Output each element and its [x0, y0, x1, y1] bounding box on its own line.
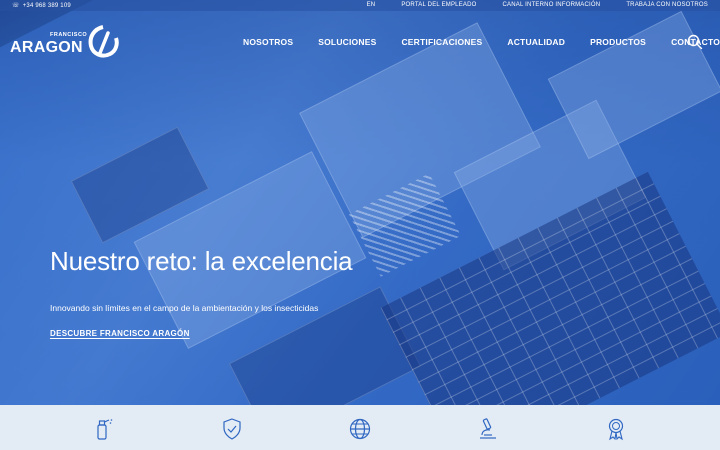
hero-title: Nuestro reto: la excelencia [50, 246, 353, 276]
logo-big-text: ARAGON [10, 39, 83, 56]
employee-portal-link[interactable]: PORTAL DEL EMPLEADO [401, 2, 476, 8]
internal-channel-link[interactable]: CANAL INTERNO INFORMACIÓN [503, 2, 601, 8]
utility-bar: ☏ +34 968 389 109 EN PORTAL DEL EMPLEADO… [0, 0, 720, 11]
nav-item-actualidad[interactable]: ACTUALIDAD [507, 37, 565, 47]
phone-number: +34 968 389 109 [22, 2, 71, 9]
spray-bottle-icon[interactable] [91, 417, 115, 441]
logo-mark-icon [88, 25, 119, 58]
award-ribbon-icon[interactable] [604, 417, 628, 441]
phone-contact[interactable]: ☏ +34 968 389 109 [12, 2, 71, 10]
utility-links: EN PORTAL DEL EMPLEADO CANAL INTERNO INF… [367, 2, 708, 8]
search-icon[interactable] [687, 34, 703, 50]
microscope-icon[interactable] [476, 417, 500, 441]
shield-check-icon[interactable] [220, 417, 244, 441]
nav-item-productos[interactable]: PRODUCTOS [590, 37, 646, 47]
nav-item-soluciones[interactable]: SOLUCIONES [318, 37, 376, 47]
logo-small-text: FRANCISCO [50, 32, 88, 38]
brand-logo[interactable]: FRANCISCO ARAGON [10, 22, 120, 62]
hero-cta-link[interactable]: DESCUBRE FRANCISCO ARAGÓN [50, 329, 190, 338]
hero-subtitle: Innovando sin límites en el campo de la … [50, 303, 319, 313]
nav-item-certificaciones[interactable]: CERTIFICACIONES [401, 37, 482, 47]
globe-icon[interactable] [348, 417, 372, 441]
main-nav: NOSOTROS SOLUCIONES CERTIFICACIONES ACTU… [243, 37, 720, 47]
features-strip [0, 405, 720, 450]
phone-icon: ☏ [12, 3, 20, 9]
careers-link[interactable]: TRABAJA CON NOSOTROS [626, 2, 708, 8]
nav-item-nosotros[interactable]: NOSOTROS [243, 37, 293, 47]
language-link[interactable]: EN [367, 2, 376, 8]
